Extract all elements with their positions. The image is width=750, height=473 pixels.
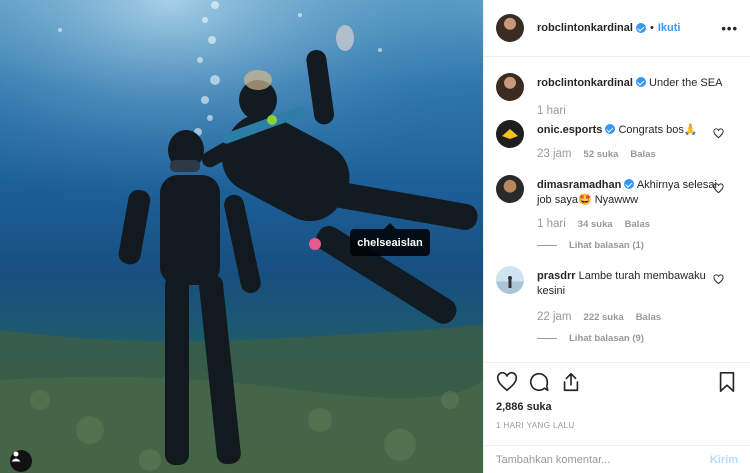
- comment-likes[interactable]: 34 suka: [578, 219, 613, 230]
- verified-badge-icon: [635, 77, 646, 87]
- verified-badge-icon: [624, 179, 635, 189]
- add-comment-bar: Kirim: [484, 445, 750, 473]
- avatar[interactable]: [496, 73, 524, 101]
- comment-likes[interactable]: 52 suka: [584, 149, 619, 160]
- more-options-icon[interactable]: •••: [721, 21, 738, 36]
- verified-badge-icon: [635, 23, 646, 33]
- post-comment-button[interactable]: Kirim: [710, 454, 738, 466]
- view-replies-button[interactable]: Lihat balasan (1): [537, 240, 717, 251]
- post-timestamp[interactable]: 1 HARI YANG LALU: [496, 421, 738, 430]
- caption-time[interactable]: 1 hari: [537, 105, 566, 117]
- avatar[interactable]: [496, 14, 524, 42]
- heart-icon[interactable]: [713, 274, 724, 285]
- onic-logo-icon: [502, 129, 518, 139]
- comment-icon[interactable]: [528, 371, 550, 393]
- comment-likes[interactable]: 222 suka: [584, 312, 624, 323]
- list-item: prasdrr Lambe turah membawaku kesini 22 …: [496, 266, 738, 344]
- comment-time[interactable]: 1 hari: [537, 218, 566, 230]
- comment-input[interactable]: [496, 453, 710, 466]
- follow-button[interactable]: Ikuti: [658, 22, 681, 34]
- comment-text: Congrats bos🙏: [618, 124, 698, 136]
- like-heart-icon[interactable]: [496, 371, 518, 393]
- comment-username[interactable]: prasdrr: [537, 270, 576, 282]
- person-silhouette-icon: [508, 276, 512, 288]
- comments-list[interactable]: robclintonkardinal Under the SEA 1 hari …: [484, 58, 750, 361]
- list-item: onic.esports Congrats bos🙏 23 jam 52 suk…: [496, 120, 738, 160]
- avatar[interactable]: [496, 175, 524, 203]
- comment-time[interactable]: 22 jam: [537, 311, 572, 323]
- comment-username[interactable]: onic.esports: [537, 124, 602, 136]
- heart-icon[interactable]: [713, 128, 724, 139]
- list-item: dimasramadhan Akhirnya selesai job saya🤩…: [496, 175, 738, 251]
- avatar[interactable]: [496, 266, 524, 294]
- caption-text: Under the SEA: [649, 77, 723, 89]
- reply-button[interactable]: Balas: [630, 149, 655, 160]
- post-sidebar: robclintonkardinal • Ikuti ••• robclinto…: [483, 0, 750, 473]
- user-icon: [11, 451, 21, 462]
- comment-time[interactable]: 23 jam: [537, 148, 572, 160]
- caption-username[interactable]: robclintonkardinal: [537, 77, 633, 89]
- post-actions: 2,886 suka 1 HARI YANG LALU: [484, 362, 750, 430]
- heart-icon[interactable]: [713, 183, 724, 194]
- caption: robclintonkardinal Under the SEA 1 hari: [496, 73, 738, 117]
- post-header: robclintonkardinal • Ikuti •••: [484, 0, 750, 57]
- user-tag-chelseaislan[interactable]: chelseaislan: [350, 223, 430, 256]
- comment-username[interactable]: dimasramadhan: [537, 179, 621, 191]
- tagged-users-button[interactable]: [10, 450, 32, 472]
- header-username[interactable]: robclintonkardinal: [537, 22, 633, 34]
- verified-badge-icon: [605, 124, 616, 134]
- separator-dot: •: [649, 22, 654, 34]
- likes-count[interactable]: 2,886 suka: [496, 401, 738, 413]
- reply-button[interactable]: Balas: [636, 312, 661, 323]
- view-replies-button[interactable]: Lihat balasan (9): [537, 333, 717, 344]
- post-photo[interactable]: chelseaislan: [0, 0, 483, 473]
- avatar[interactable]: [496, 120, 524, 148]
- bookmark-icon[interactable]: [716, 371, 738, 393]
- reply-button[interactable]: Balas: [625, 219, 650, 230]
- share-icon[interactable]: [560, 371, 582, 393]
